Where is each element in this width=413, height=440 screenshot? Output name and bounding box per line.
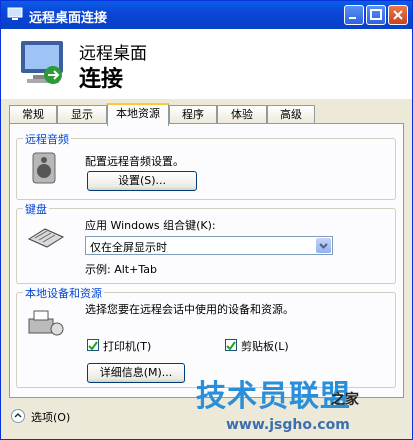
audio-description: 配置远程音频设置。 [85,155,184,168]
header-banner: 远程桌面 连接 [1,29,412,99]
maximize-icon [370,9,382,20]
chevron-down-icon[interactable] [316,238,331,253]
remote-desktop-window: 远程桌面连接 远程桌面 连接 常规 显示 本地资源 程序 体验 高级 远程音频 … [0,0,413,440]
window-title: 远程桌面连接 [29,11,108,26]
keyboard-combination-select[interactable]: 仅在全屏显示时 [85,236,333,255]
watermark-url: www.jsgho.com [226,417,350,433]
close-button[interactable] [388,5,408,25]
expand-options-icon [11,409,25,423]
clipboard-label: 剪贴板(L) [241,340,289,353]
remote-desktop-icon [7,7,23,20]
tab-experience[interactable]: 体验 [217,105,267,124]
tab-general[interactable]: 常规 [9,105,57,124]
maximize-button[interactable] [366,5,386,25]
options-label: 选项(O) [31,411,71,424]
tab-programs[interactable]: 程序 [169,105,217,124]
check-icon [88,341,98,351]
speaker-icon [32,152,56,184]
tab-display[interactable]: 显示 [57,105,107,124]
clipboard-checkbox[interactable] [225,339,237,351]
banner-title-line2: 连接 [79,67,124,92]
monitor-icon [21,41,63,84]
keyboard-legend: 键盘 [23,201,49,217]
tab-advanced[interactable]: 高级 [267,105,315,124]
close-icon [393,10,403,20]
devices-description: 选择您要在远程会话中使用的设备和资源。 [85,303,294,316]
keyboard-group: 键盘 应用 Windows 组合键(K): 仅在全屏显示时 示例: Alt+Ta… [16,201,396,284]
tab-local-resources[interactable]: 本地资源 [107,103,169,126]
remote-audio-group: 远程音频 配置远程音频设置。 设置(S)... [16,131,396,200]
watermark-extra: 之家 [331,392,359,408]
check-icon [226,341,236,351]
minimize-icon [349,17,356,19]
keyboard-icon [27,228,65,248]
details-button[interactable]: 详细信息(M)... [87,363,185,383]
minimize-button[interactable] [344,5,364,25]
local-devices-legend: 本地设备和资源 [23,285,104,301]
printer-devices-icon [28,310,64,336]
local-resources-panel: 远程音频 配置远程音频设置。 设置(S)... 键盘 应用 Windows 组合… [9,123,404,398]
remote-audio-legend: 远程音频 [23,131,71,147]
keyboard-example: 示例: Alt+Tab [85,263,157,276]
audio-settings-button[interactable]: 设置(S)... [87,171,197,191]
watermark-text: 技术员联盟 [196,379,351,414]
title-bar[interactable]: 远程桌面连接 [1,1,412,29]
printer-label: 打印机(T) [103,340,152,353]
keyboard-description: 应用 Windows 组合键(K): [85,219,216,232]
printer-checkbox[interactable] [87,339,99,351]
keyboard-select-value: 仅在全屏显示时 [90,241,167,254]
